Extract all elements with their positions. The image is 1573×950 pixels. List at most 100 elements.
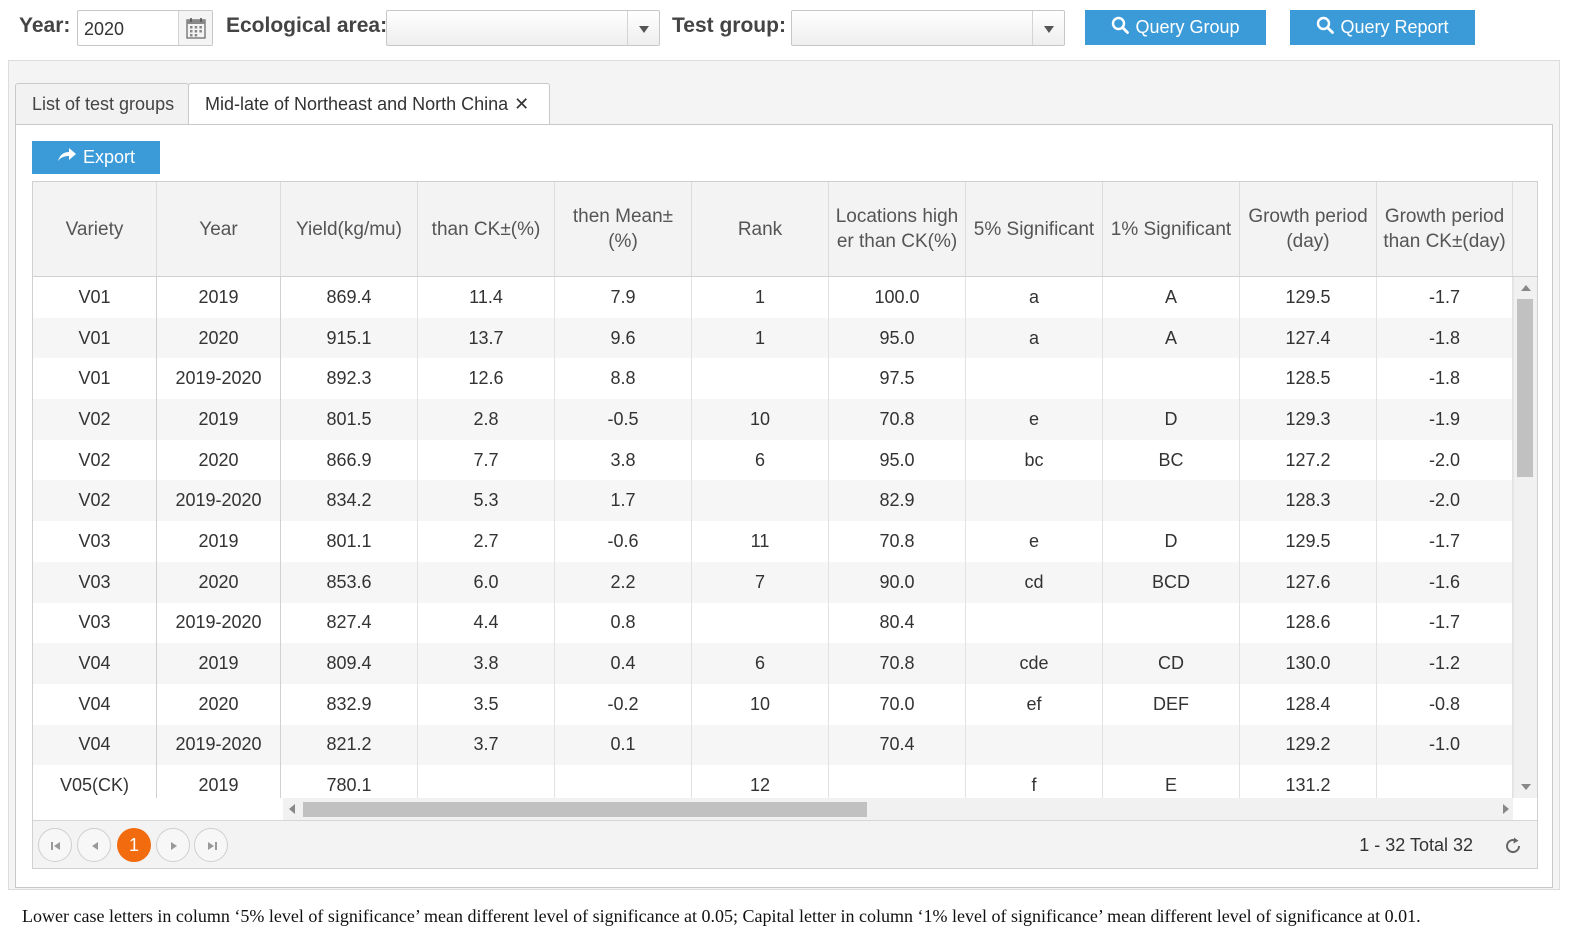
table-cell: -1.7 bbox=[1377, 602, 1513, 644]
close-icon[interactable]: ✕ bbox=[514, 94, 529, 114]
table-cell: 7 bbox=[692, 561, 829, 603]
table-row[interactable]: V03 2020 853.6 6.0 2.2 7 90.0 cd BCD 127.6 -1.6 bbox=[33, 561, 1513, 603]
column-header[interactable]: Rank bbox=[692, 182, 829, 276]
table-cell: 129.5 bbox=[1240, 277, 1377, 318]
table-cell: -0.5 bbox=[555, 399, 692, 440]
table-cell: a bbox=[966, 317, 1103, 359]
table-cell: 4.4 bbox=[418, 602, 555, 644]
test-group-select[interactable] bbox=[791, 10, 1065, 46]
table-cell: 2020 bbox=[157, 683, 281, 725]
tab-content: Export Variety Year Yield(kg/mu) than CK±(%… bbox=[15, 124, 1553, 888]
table-cell: -1.2 bbox=[1377, 643, 1513, 684]
column-header[interactable]: Year bbox=[157, 182, 281, 276]
table-cell: D bbox=[1103, 399, 1240, 440]
table-cell: 780.1 bbox=[281, 765, 418, 798]
column-header[interactable]: Locations higher than CK(%) bbox=[829, 182, 966, 276]
column-header[interactable]: Yield(kg/mu) bbox=[281, 182, 418, 276]
table-row[interactable]: V04 2020 832.9 3.5 -0.2 10 70.0 ef DEF 128.4 -0.8 bbox=[33, 683, 1513, 725]
results-panel: List of test groups Mid-late of Northeas… bbox=[8, 60, 1560, 890]
column-header[interactable]: then Mean±(%) bbox=[555, 182, 692, 276]
table-cell: 6 bbox=[692, 643, 829, 684]
table-cell: -0.8 bbox=[1377, 683, 1513, 725]
query-report-label: Query Report bbox=[1340, 17, 1449, 37]
table-cell: 3.5 bbox=[418, 683, 555, 725]
horizontal-scrollbar[interactable] bbox=[283, 798, 1513, 820]
table-cell: 853.6 bbox=[281, 561, 418, 603]
table-cell bbox=[1377, 765, 1513, 798]
table-row[interactable]: V01 2019-2020 892.3 12.6 8.8 97.5 128.5 -1.8 bbox=[33, 358, 1513, 400]
year-field[interactable]: 2020 bbox=[77, 10, 213, 46]
table-cell: -1.8 bbox=[1377, 317, 1513, 359]
current-page-button[interactable]: 1 bbox=[117, 828, 151, 862]
last-page-button[interactable] bbox=[194, 828, 228, 862]
table-cell: 2019 bbox=[157, 277, 281, 318]
table-row[interactable]: V01 2020 915.1 13.7 9.6 1 95.0 a A 127.4 -1.8 bbox=[33, 317, 1513, 359]
table-cell: 131.2 bbox=[1240, 765, 1377, 798]
table-cell: 6.0 bbox=[418, 561, 555, 603]
table-cell: V01 bbox=[33, 277, 157, 318]
query-group-button[interactable]: Query Group bbox=[1085, 10, 1266, 45]
table-cell: 70.8 bbox=[829, 399, 966, 440]
table-cell: ef bbox=[966, 683, 1103, 725]
table-cell: 129.5 bbox=[1240, 521, 1377, 562]
table-cell: 11 bbox=[692, 521, 829, 562]
table-row[interactable]: V05(CK) 2019 780.1 12 f E 131.2 bbox=[33, 765, 1513, 798]
calendar-icon[interactable] bbox=[178, 11, 212, 45]
dropdown-arrow-icon[interactable] bbox=[627, 11, 659, 45]
tab-mid-late-northeast[interactable]: Mid-late of Northeast and North China ✕ bbox=[188, 83, 550, 126]
table-row[interactable]: V02 2020 866.9 7.7 3.8 6 95.0 bc BC 127.2 -2.0 bbox=[33, 439, 1513, 481]
table-cell: E bbox=[1103, 765, 1240, 798]
table-cell: V02 bbox=[33, 439, 157, 481]
table-cell: 1 bbox=[692, 277, 829, 318]
table-cell: A bbox=[1103, 277, 1240, 318]
column-header[interactable]: 5% Significant bbox=[966, 182, 1103, 276]
scroll-right-icon[interactable] bbox=[1503, 804, 1509, 814]
table-cell bbox=[829, 765, 966, 798]
table-row[interactable]: V01 2019 869.4 11.4 7.9 1 100.0 a A 129.5 -1.7 bbox=[33, 277, 1513, 318]
table-cell: 128.4 bbox=[1240, 683, 1377, 725]
table-cell: cde bbox=[966, 643, 1103, 684]
vertical-scrollbar[interactable] bbox=[1513, 277, 1537, 798]
horizontal-scroll-thumb[interactable] bbox=[303, 802, 867, 817]
column-header[interactable]: than CK±(%) bbox=[418, 182, 555, 276]
table-row[interactable]: V02 2019 801.5 2.8 -0.5 10 70.8 e D 129.3 -1.9 bbox=[33, 399, 1513, 440]
refresh-icon[interactable] bbox=[1503, 836, 1523, 861]
year-label: Year: bbox=[19, 14, 71, 37]
table-cell: -0.6 bbox=[555, 521, 692, 562]
prev-page-button[interactable] bbox=[77, 828, 111, 862]
column-header[interactable]: Growth period than CK±(day) bbox=[1377, 182, 1513, 276]
table-cell: 809.4 bbox=[281, 643, 418, 684]
dropdown-arrow-icon[interactable] bbox=[1032, 11, 1064, 45]
tab-list-of-test-groups[interactable]: List of test groups bbox=[15, 83, 189, 125]
scroll-left-icon[interactable] bbox=[289, 804, 295, 814]
table-row[interactable]: V02 2019-2020 834.2 5.3 1.7 82.9 128.3 -2.0 bbox=[33, 480, 1513, 522]
table-cell: DEF bbox=[1103, 683, 1240, 725]
table-row[interactable]: V04 2019-2020 821.2 3.7 0.1 70.4 129.2 -1.0 bbox=[33, 724, 1513, 766]
first-page-button[interactable] bbox=[38, 828, 72, 862]
table-cell: 0.4 bbox=[555, 643, 692, 684]
query-group-label: Query Group bbox=[1135, 17, 1240, 37]
table-cell: 128.3 bbox=[1240, 480, 1377, 522]
vertical-scroll-thumb[interactable] bbox=[1517, 299, 1533, 477]
table-cell: 80.4 bbox=[829, 602, 966, 644]
column-header[interactable]: Variety bbox=[33, 182, 157, 276]
table-cell: -1.7 bbox=[1377, 521, 1513, 562]
table-cell: 95.0 bbox=[829, 317, 966, 359]
table-row[interactable]: V03 2019 801.1 2.7 -0.6 11 70.8 e D 129.5 -1.7 bbox=[33, 521, 1513, 562]
table-cell: 2.2 bbox=[555, 561, 692, 603]
results-grid: Variety Year Yield(kg/mu) than CK±(%) then M… bbox=[32, 181, 1538, 869]
ecological-area-select[interactable] bbox=[386, 10, 660, 46]
table-cell: 12 bbox=[692, 765, 829, 798]
scroll-down-icon[interactable] bbox=[1521, 784, 1531, 790]
table-cell: V04 bbox=[33, 643, 157, 684]
scroll-up-icon[interactable] bbox=[1521, 285, 1531, 291]
column-header[interactable]: 1% Significant bbox=[1103, 182, 1240, 276]
table-row[interactable]: V03 2019-2020 827.4 4.4 0.8 80.4 128.6 -1.7 bbox=[33, 602, 1513, 644]
query-report-button[interactable]: Query Report bbox=[1290, 10, 1475, 45]
next-page-button[interactable] bbox=[156, 828, 190, 862]
table-cell: V02 bbox=[33, 480, 157, 522]
table-cell: -1.9 bbox=[1377, 399, 1513, 440]
export-button[interactable]: Export bbox=[32, 141, 160, 174]
table-row[interactable]: V04 2019 809.4 3.8 0.4 6 70.8 cde CD 130.0 -1.2 bbox=[33, 643, 1513, 684]
column-header[interactable]: Growth period(day) bbox=[1240, 182, 1377, 276]
